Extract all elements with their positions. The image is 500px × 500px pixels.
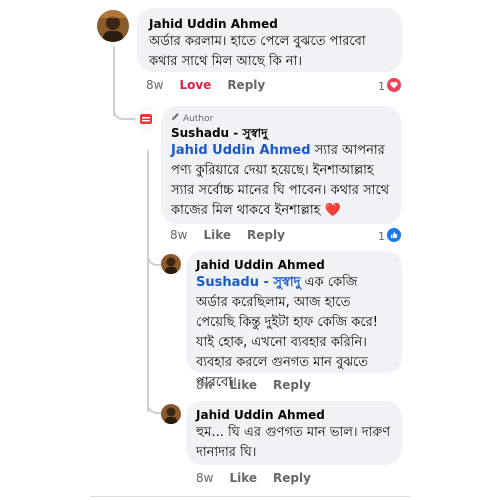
- like-button[interactable]: Like: [229, 471, 257, 485]
- avatar[interactable]: [97, 10, 129, 42]
- comment-text: Sushadu - সুস্বাদু এক কেজি অর্ডার করেছিল…: [196, 273, 392, 393]
- reply-button[interactable]: Reply: [273, 378, 311, 392]
- comment-author[interactable]: Sushadu - সুস্বাদু: [171, 125, 391, 141]
- like-icon: [387, 228, 401, 245]
- reply-button[interactable]: Reply: [227, 78, 265, 92]
- comment-actions: 8w Like Reply: [170, 228, 285, 242]
- thread-line: [147, 150, 149, 412]
- comment-actions: 8w Like Reply: [196, 378, 311, 392]
- comment-time[interactable]: 8w: [146, 78, 163, 92]
- comment-time[interactable]: 8w: [170, 228, 187, 242]
- comment-bubble: Jahid Uddin Ahmed হুম... ঘি এর গুণগত মান…: [186, 401, 402, 465]
- reaction-count[interactable]: 1: [374, 227, 403, 246]
- avatar[interactable]: [161, 404, 181, 424]
- comment-bubble: Author Sushadu - সুস্বাদু Jahid Uddin Ah…: [161, 106, 401, 224]
- heart-icon: [387, 78, 401, 95]
- reaction-count[interactable]: 1: [374, 77, 403, 96]
- reply-button[interactable]: Reply: [247, 228, 285, 242]
- comment-actions: 8w Like Reply: [196, 471, 311, 485]
- comment-author[interactable]: Jahid Uddin Ahmed: [149, 16, 390, 32]
- like-button[interactable]: Like: [203, 228, 231, 242]
- comment-text: হুম... ঘি এর গুণগত মান ভাল। দারুণ দানাদা…: [196, 425, 391, 460]
- avatar[interactable]: [161, 254, 181, 274]
- comment-actions: 8w Love Reply: [146, 78, 265, 92]
- comment-author[interactable]: Jahid Uddin Ahmed: [196, 257, 392, 273]
- comment-time[interactable]: 8w: [196, 378, 213, 392]
- thread-curve: [113, 96, 137, 120]
- comment-bubble: Jahid Uddin Ahmed Sushadu - সুস্বাদু এক …: [186, 251, 402, 390]
- author-badge: Author: [171, 112, 391, 125]
- like-button[interactable]: Like: [229, 378, 257, 392]
- comment-text: অর্ডার করলাম। হাতে পেলে বুঝতে পারবো কথার…: [149, 34, 366, 69]
- divider: [90, 496, 410, 497]
- reaction-count-label: 1: [378, 80, 385, 93]
- comment-author[interactable]: Jahid Uddin Ahmed: [196, 407, 392, 423]
- author-badge-label: Author: [183, 113, 214, 124]
- comment-time[interactable]: 8w: [196, 471, 213, 485]
- mention-link[interactable]: Sushadu - সুস্বাদু: [196, 275, 301, 290]
- comment-bubble: Jahid Uddin Ahmed অর্ডার করলাম। হাতে পেল…: [137, 8, 402, 72]
- avatar[interactable]: [135, 108, 157, 130]
- pencil-icon: [171, 112, 180, 125]
- mention-link[interactable]: Jahid Uddin Ahmed: [171, 143, 311, 158]
- reply-button[interactable]: Reply: [273, 471, 311, 485]
- reaction-count-label: 1: [378, 230, 385, 243]
- comment-body: এক কেজি অর্ডার করেছিলাম, আজ হাতে পেয়েছি…: [196, 275, 378, 390]
- comment-text: Jahid Uddin Ahmed স্যার আপনার পণ্য কুরিয…: [171, 141, 391, 221]
- love-button[interactable]: Love: [179, 78, 211, 92]
